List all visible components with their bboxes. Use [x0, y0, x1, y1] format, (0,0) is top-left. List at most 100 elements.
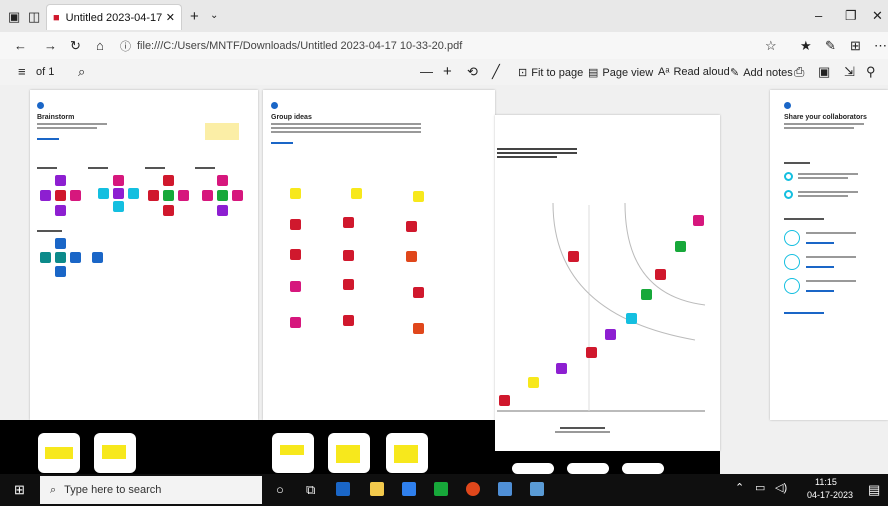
new-tab-button[interactable]: + — [190, 9, 199, 24]
page-view-button[interactable]: ▤ Page view — [588, 66, 653, 80]
add-notes-button[interactable]: ✎ Add notes — [730, 66, 793, 80]
collections-icon[interactable]: ⊞ — [850, 39, 861, 52]
thumbnail[interactable] — [386, 433, 428, 473]
page-view-icon: ▤ — [588, 67, 599, 79]
chrome-icon[interactable] — [466, 482, 480, 496]
print-icon[interactable]: ⎙ — [794, 65, 804, 78]
sticky-red — [343, 217, 354, 228]
search-icon[interactable]: ⌕ — [78, 65, 85, 78]
sticky-purple — [55, 175, 66, 186]
fit-to-page-button[interactable]: ⊡ Fit to page — [518, 66, 583, 80]
link-line[interactable] — [806, 242, 834, 244]
text-line — [784, 123, 864, 125]
store-icon[interactable] — [434, 482, 448, 496]
thumbnail-notes — [280, 445, 304, 455]
pen-icon[interactable]: ✎ — [825, 39, 836, 52]
text-line — [798, 173, 858, 175]
text-line — [37, 127, 97, 129]
system-tray-chevron-icon[interactable]: ⌃ — [735, 483, 744, 494]
thumbnail[interactable] — [38, 433, 80, 473]
restore-button[interactable]: ❐ — [845, 9, 857, 22]
app-icon[interactable] — [498, 482, 512, 496]
close-window-button[interactable]: ✕ — [872, 9, 883, 22]
home-icon[interactable]: ⌂ — [96, 39, 104, 52]
add-notes-label: Add notes — [743, 66, 793, 79]
text-line — [806, 232, 856, 234]
link-line[interactable] — [784, 312, 824, 314]
mail-icon[interactable] — [402, 482, 416, 496]
close-tab-icon[interactable]: ✕ — [166, 11, 175, 24]
url-field[interactable]: ⓘ file:///C:/Users/MNTF/Downloads/Untitl… — [120, 36, 760, 55]
sticky-orange — [406, 251, 417, 262]
sticky-blue — [70, 252, 81, 263]
address-bar: ← → ↻ ⌂ ⓘ file:///C:/Users/MNTF/Download… — [0, 32, 888, 60]
thumbnail-notes — [45, 447, 73, 459]
forward-icon[interactable]: → — [44, 39, 57, 52]
tab-pdf[interactable]: ■ Untitled 2023-04-17 10 ✕ — [46, 4, 182, 30]
sticky-magenta — [232, 190, 243, 201]
windows-start-icon[interactable]: ⊞ — [14, 483, 25, 496]
sticky-magenta — [202, 190, 213, 201]
cluster-label — [88, 167, 108, 169]
tab-actions-icon[interactable]: ▣ — [8, 10, 20, 23]
pin-icon[interactable]: ⚲ — [866, 65, 876, 78]
contents-icon[interactable]: ≡ — [18, 65, 26, 78]
cortana-icon[interactable]: ○ — [276, 483, 284, 496]
thumbnail[interactable] — [622, 463, 664, 474]
save-icon[interactable]: ▣ — [818, 65, 830, 78]
sticky-red — [343, 279, 354, 290]
link-line[interactable] — [37, 138, 59, 140]
link-line[interactable] — [806, 290, 834, 292]
workspaces-icon[interactable]: ◫ — [28, 10, 40, 23]
draw-icon[interactable]: ╱ — [492, 65, 500, 78]
thumbnail[interactable] — [328, 433, 370, 473]
section-label — [784, 218, 824, 220]
text-line — [271, 123, 421, 125]
read-aloud-button[interactable]: Aᵃ Read aloud — [658, 66, 730, 78]
refresh-icon[interactable]: ↻ — [70, 39, 81, 52]
sticky-magenta — [290, 317, 301, 328]
edge-icon[interactable] — [336, 482, 350, 496]
link-line[interactable] — [806, 266, 834, 268]
volume-icon[interactable]: ◁) — [775, 483, 787, 494]
sticky-red — [55, 190, 66, 201]
thumbnail[interactable] — [512, 463, 554, 474]
task-view-icon[interactable]: ⧉ — [306, 483, 315, 496]
taskbar-search[interactable]: ⌕ Type here to search — [40, 476, 262, 504]
app-icon[interactable] — [530, 482, 544, 496]
file-explorer-icon[interactable] — [370, 482, 384, 496]
sticky-teal — [55, 252, 66, 263]
add-favorite-icon[interactable]: ☆ — [765, 39, 777, 52]
cluster-label — [145, 167, 165, 169]
clock-time[interactable]: 11:15 — [815, 477, 837, 487]
axis-caption-line — [555, 431, 610, 433]
link-line[interactable] — [271, 142, 293, 144]
sticky-purple — [113, 188, 124, 199]
sticky-red — [413, 287, 424, 298]
more-icon[interactable]: ⋯ — [874, 39, 887, 52]
notifications-icon[interactable]: ▤ — [868, 483, 880, 496]
page-title: Brainstorm — [37, 114, 75, 121]
thumbnail[interactable] — [272, 433, 314, 473]
rotate-icon[interactable]: ⟲ — [467, 65, 478, 78]
sticky-blue — [92, 252, 103, 263]
clock-date[interactable]: 04-17-2023 — [807, 490, 853, 500]
text-line — [271, 127, 421, 129]
minimize-button[interactable]: – — [815, 9, 822, 22]
section-label — [784, 162, 810, 164]
cluster-label — [37, 230, 62, 232]
page-brainstorm: Brainstorm — [30, 90, 258, 420]
page-group-ideas: Group ideas — [263, 90, 495, 420]
thumbnail[interactable] — [567, 463, 609, 474]
zoom-in-icon[interactable]: + — [443, 64, 452, 79]
sticky-red — [290, 219, 301, 230]
zoom-out-icon[interactable]: — — [420, 65, 433, 78]
network-icon[interactable]: ▭ — [755, 483, 765, 494]
back-icon[interactable]: ← — [14, 39, 27, 52]
save-as-icon[interactable]: ⇲ — [844, 65, 855, 78]
tab-list-chevron-icon[interactable]: ⌄ — [210, 11, 218, 21]
thumbnail[interactable] — [94, 433, 136, 473]
favorites-icon[interactable]: ★ — [800, 39, 812, 52]
sticky-yellow — [413, 191, 424, 202]
sticky-red — [148, 190, 159, 201]
